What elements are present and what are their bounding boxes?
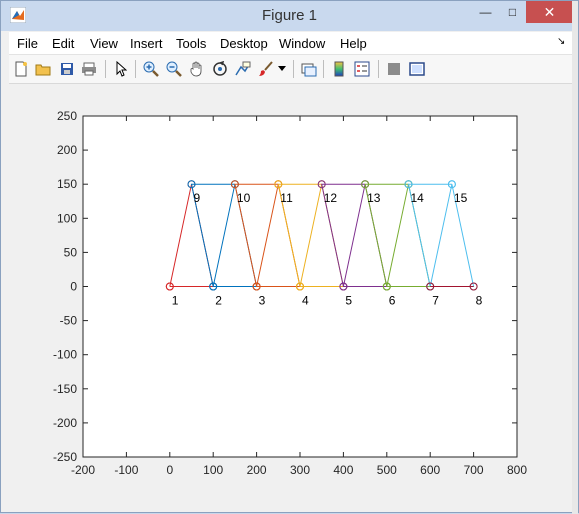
menu-desktop[interactable]: Desktop (220, 36, 268, 51)
menu-window[interactable]: Window (279, 36, 325, 51)
toolbar-separator (378, 60, 379, 78)
y-tick-label: 150 (57, 177, 77, 191)
node-label: 7 (432, 294, 439, 308)
hide-plot-tools-icon[interactable] (385, 60, 403, 78)
menu-tools[interactable]: Tools (176, 36, 206, 51)
plot-area[interactable]: -200 -100 0 100 200 300 400 500 600 700 800-250-20… (9, 84, 572, 504)
x-tick-label: 0 (166, 463, 173, 477)
node-label: 14 (411, 191, 425, 205)
pan-hand-icon[interactable] (188, 60, 206, 78)
x-tick-label: 600 (420, 463, 440, 477)
y-tick-label: 250 (57, 109, 77, 123)
node-label: 10 (237, 191, 251, 205)
node-label: 12 (324, 191, 338, 205)
y-tick-label: -100 (53, 348, 77, 362)
x-tick-label: -100 (114, 463, 138, 477)
node-label: 3 (259, 294, 266, 308)
menu-file[interactable]: File (17, 36, 38, 51)
y-tick-label: 200 (57, 143, 77, 157)
insert-colorbar-icon[interactable] (330, 60, 348, 78)
x-tick-label: 800 (507, 463, 527, 477)
open-file-icon[interactable] (34, 60, 52, 78)
figure-toolbar (9, 55, 572, 84)
node-label: 1 (172, 294, 179, 308)
zoom-in-icon[interactable] (142, 60, 160, 78)
x-tick-label: 100 (203, 463, 223, 477)
node-label: 9 (194, 191, 201, 205)
node-label: 5 (345, 294, 352, 308)
figure-canvas: -200 -100 0 100 200 300 400 500 600 700 800 -250 -20… (9, 84, 572, 504)
menu-help[interactable]: Help (340, 36, 367, 51)
print-icon[interactable] (80, 60, 98, 78)
toolbar-separator (323, 60, 324, 78)
node-label: 15 (454, 191, 468, 205)
menu-view[interactable]: View (90, 36, 118, 51)
y-tick-label: -250 (53, 450, 77, 464)
node-label: 13 (367, 191, 381, 205)
x-tick-label: 200 (247, 463, 267, 477)
y-tick-label: 100 (57, 211, 77, 225)
brush-dropdown-icon[interactable] (277, 60, 287, 78)
zoom-out-icon[interactable] (165, 60, 183, 78)
node-label: 6 (389, 294, 396, 308)
menu-edit[interactable]: Edit (52, 36, 74, 51)
figure-window: Figure 1 — □ ✕ File Edit View Insert Too… (0, 0, 579, 514)
brush-icon[interactable] (257, 60, 275, 78)
node-label: 4 (302, 294, 309, 308)
y-tick-label: -200 (53, 416, 77, 430)
y-tick-label: -50 (60, 314, 78, 328)
x-tick-label: 500 (377, 463, 397, 477)
menu-insert[interactable]: Insert (130, 36, 163, 51)
x-tick-label: -200 (71, 463, 95, 477)
x-tick-label: 400 (333, 463, 353, 477)
insert-legend-icon[interactable] (353, 60, 371, 78)
title-bar[interactable]: Figure 1 — □ ✕ (1, 1, 578, 31)
link-plot-icon[interactable] (300, 60, 318, 78)
toolbar-separator (135, 60, 136, 78)
node-label: 11 (280, 191, 293, 205)
y-tick-label: -150 (53, 382, 77, 396)
dock-arrow-icon[interactable]: ↘ (557, 36, 565, 47)
y-tick-label: 0 (70, 280, 77, 294)
new-figure-icon[interactable] (12, 60, 30, 78)
menu-bar: File Edit View Insert Tools Desktop Wind… (9, 32, 572, 55)
x-tick-label: 300 (290, 463, 310, 477)
save-icon[interactable] (58, 60, 76, 78)
edit-plot-arrow-icon[interactable] (112, 60, 130, 78)
toolbar-separator (105, 60, 106, 78)
node-label: 2 (215, 294, 222, 308)
y-tick-label: 50 (64, 245, 78, 259)
close-button[interactable]: ✕ (526, 1, 573, 23)
toolbar-separator (293, 60, 294, 78)
x-tick-label: 700 (464, 463, 484, 477)
show-plot-tools-icon[interactable] (408, 60, 426, 78)
rotate-3d-icon[interactable] (211, 60, 229, 78)
minimize-button[interactable]: — (472, 1, 499, 23)
maximize-button[interactable]: □ (499, 1, 526, 23)
node-label: 8 (476, 294, 483, 308)
window-edge (572, 1, 578, 514)
data-cursor-icon[interactable] (234, 60, 252, 78)
